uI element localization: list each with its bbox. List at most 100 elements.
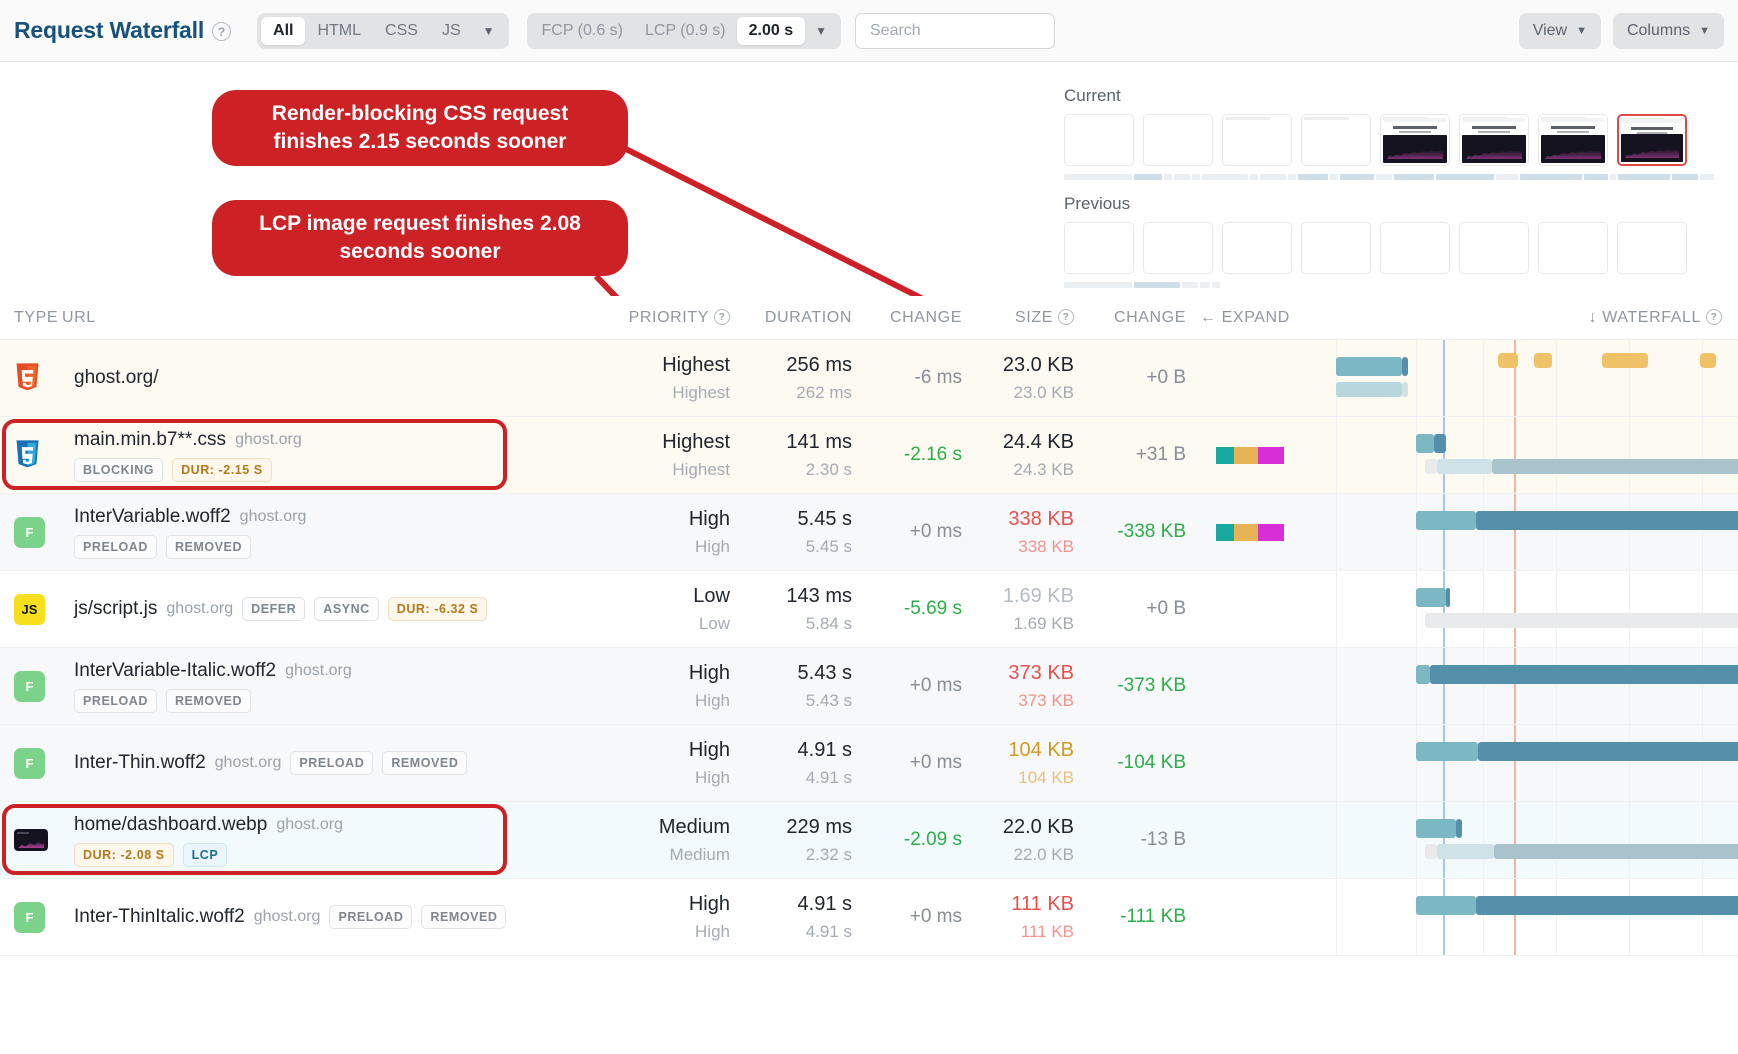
row-expand-cell[interactable] [1186, 802, 1306, 878]
request-url[interactable]: InterVariable.woff2 [74, 506, 231, 528]
filmstrip-frame[interactable] [1380, 222, 1450, 274]
filmstrip-frame[interactable] [1538, 222, 1608, 274]
filmstrip-frame[interactable] [1064, 222, 1134, 274]
filmstrip-previous-row[interactable] [1064, 222, 1730, 274]
row-waterfall-cell[interactable] [1306, 802, 1738, 878]
help-circle-icon[interactable]: ? [714, 309, 730, 326]
search-input-wrapper[interactable] [855, 12, 1055, 49]
table-row[interactable]: home/dashboard.webp ghost.org DUR: -2.08… [0, 802, 1738, 879]
columns-button[interactable]: Columns ▼ [1612, 12, 1724, 49]
column-header-priority[interactable]: PRIORITY? [610, 309, 730, 327]
column-header-size[interactable]: SIZE? [962, 309, 1074, 327]
expand-swatches[interactable] [1200, 523, 1284, 541]
help-circle-icon[interactable]: ? [1706, 309, 1722, 326]
filmstrip-frame[interactable] [1459, 114, 1529, 166]
filmstrip-frame[interactable] [1538, 114, 1608, 166]
row-waterfall-cell[interactable] [1306, 571, 1738, 647]
metric-fcp[interactable]: FCP (0.6 s) [531, 17, 635, 45]
column-header-url[interactable]: URL [58, 309, 610, 327]
column-header-change-duration[interactable]: CHANGE [852, 309, 962, 327]
search-input[interactable] [868, 20, 1042, 41]
tag-preload[interactable]: PRELOAD [74, 534, 157, 559]
row-waterfall-cell[interactable] [1306, 725, 1738, 801]
request-url[interactable]: Inter-Thin.woff2 [74, 752, 206, 774]
row-waterfall-cell[interactable] [1306, 494, 1738, 570]
table-row[interactable]: main.min.b7**.css ghost.org BLOCKING DUR:… [0, 417, 1738, 494]
row-waterfall-cell[interactable] [1306, 340, 1738, 416]
row-expand-cell[interactable] [1186, 879, 1306, 955]
filter-js[interactable]: JS [430, 17, 473, 45]
type-filter-group[interactable]: All HTML CSS JS ▼ [257, 12, 509, 49]
filmstrip-previous-scrubber[interactable] [1064, 281, 1730, 288]
row-expand-cell[interactable] [1186, 571, 1306, 647]
metric-dropdown-chevron-down-icon[interactable]: ▼ [805, 17, 837, 45]
filmstrip-frame[interactable] [1064, 114, 1134, 166]
filmstrip-frame[interactable] [1143, 222, 1213, 274]
request-url[interactable]: home/dashboard.webp [74, 814, 267, 836]
table-row[interactable]: F Inter-Thin.woff2 ghost.org PRELOAD REMO… [0, 725, 1738, 802]
tag-preload[interactable]: PRELOAD [74, 688, 157, 713]
tag-preload[interactable]: PRELOAD [290, 751, 374, 775]
tag-lcp[interactable]: LCP [182, 842, 228, 867]
request-url[interactable]: ghost.org/ [74, 367, 159, 389]
row-expand-cell[interactable] [1186, 417, 1306, 493]
tag-removed[interactable]: REMOVED [421, 905, 507, 929]
filmstrip-frame[interactable] [1380, 114, 1450, 166]
filmstrip-frame[interactable] [1301, 114, 1371, 166]
row-expand-cell[interactable] [1186, 340, 1306, 416]
table-row[interactable]: ghost.org/ Highest Highest 256 ms 262 ms… [0, 340, 1738, 417]
tag-removed[interactable]: REMOVED [382, 751, 468, 775]
filmstrip-current-scrubber[interactable] [1064, 173, 1730, 180]
column-header-expand[interactable]: ← EXPAND [1186, 309, 1306, 327]
tag-blocking[interactable]: BLOCKING [74, 457, 164, 482]
table-row[interactable]: F Inter-ThinItalic.woff2 ghost.org PRELO… [0, 879, 1738, 956]
help-circle-icon[interactable]: ? [212, 22, 232, 42]
filter-dropdown-chevron-down-icon[interactable]: ▼ [473, 17, 505, 45]
request-url[interactable]: js/script.js [74, 598, 157, 620]
help-circle-icon[interactable]: ? [1058, 309, 1074, 326]
filmstrip-frame[interactable] [1617, 114, 1687, 166]
table-row[interactable]: F InterVariable-Italic.woff2 ghost.org P… [0, 648, 1738, 725]
tag-defer[interactable]: DEFER [242, 597, 306, 621]
column-header-duration[interactable]: DURATION [730, 309, 852, 327]
filmstrip-frame[interactable] [1143, 114, 1213, 166]
filmstrip-frame[interactable] [1301, 222, 1371, 274]
tag-dur-6-32-s[interactable]: DUR: -6.32 S [387, 597, 488, 621]
filter-html[interactable]: HTML [305, 17, 373, 45]
tag-async[interactable]: ASYNC [314, 597, 379, 621]
table-row[interactable]: F InterVariable.woff2 ghost.org PRELOAD R… [0, 494, 1738, 571]
tag-preload[interactable]: PRELOAD [329, 905, 413, 929]
tag-removed[interactable]: REMOVED [165, 688, 252, 713]
metric-lcp[interactable]: LCP (0.9 s) [634, 17, 737, 45]
row-expand-cell[interactable] [1186, 494, 1306, 570]
filmstrip-current-row[interactable] [1064, 114, 1730, 166]
tag-dur-2-08-s[interactable]: DUR: -2.08 S [74, 842, 174, 867]
request-url[interactable]: main.min.b7**.css [74, 429, 226, 451]
column-header-type[interactable]: TYPE [0, 309, 58, 327]
row-expand-cell[interactable] [1186, 725, 1306, 801]
filter-css[interactable]: CSS [373, 17, 430, 45]
size-current: 24.4 KB [1002, 430, 1074, 453]
metric-filter-group[interactable]: FCP (0.6 s) LCP (0.9 s) 2.00 s ▼ [526, 12, 841, 49]
column-header-waterfall[interactable]: ↓ WATERFALL? [1306, 309, 1738, 327]
view-button-label: View [1532, 21, 1568, 39]
tag-removed[interactable]: REMOVED [165, 534, 252, 559]
row-waterfall-cell[interactable] [1306, 879, 1738, 955]
row-waterfall-cell[interactable] [1306, 648, 1738, 724]
filmstrip-frame[interactable] [1222, 222, 1292, 274]
filmstrip-frame[interactable] [1222, 114, 1292, 166]
filmstrip-frame[interactable] [1617, 222, 1687, 274]
column-header-change-size[interactable]: CHANGE [1074, 309, 1186, 327]
row-waterfall-cell[interactable] [1306, 417, 1738, 493]
expand-swatches[interactable] [1200, 446, 1284, 464]
tag-dur-2-15-s[interactable]: DUR: -2.15 S [172, 457, 272, 482]
table-row[interactable]: JS js/script.js ghost.org DEFER ASYNC DUR:… [0, 571, 1738, 648]
request-url[interactable]: Inter-ThinItalic.woff2 [74, 906, 245, 928]
size-current: 373 KB [1008, 661, 1074, 684]
metric-range[interactable]: 2.00 s [736, 16, 806, 45]
request-url[interactable]: InterVariable-Italic.woff2 [74, 660, 276, 682]
row-expand-cell[interactable] [1186, 648, 1306, 724]
filter-all[interactable]: All [261, 16, 306, 45]
view-button[interactable]: View ▼ [1518, 12, 1601, 49]
filmstrip-frame[interactable] [1459, 222, 1529, 274]
